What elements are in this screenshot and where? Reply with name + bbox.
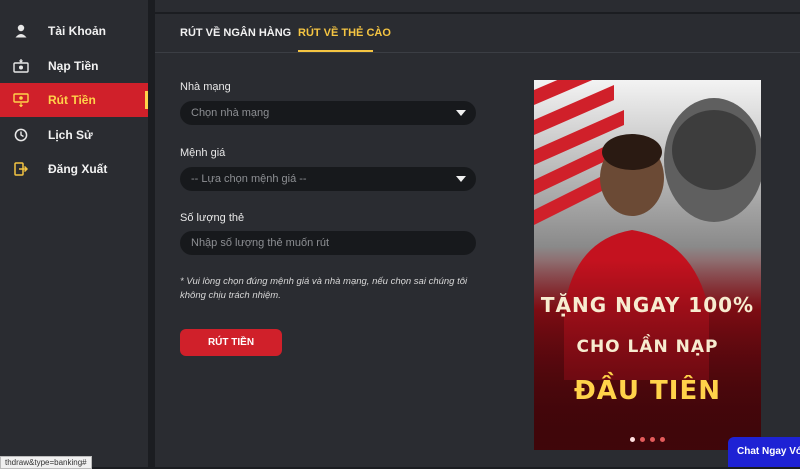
sidebar-item-history[interactable]: Lịch Sử [0, 118, 148, 152]
withdraw-icon [13, 92, 29, 108]
deposit-icon [13, 58, 29, 74]
value-label: Mệnh giá [180, 147, 226, 159]
carousel-dot[interactable] [660, 437, 665, 442]
carousel-dots [534, 437, 761, 442]
banner-subline: CHO LẦN NẠP [576, 337, 719, 357]
chevron-down-icon [456, 176, 466, 182]
top-bar [155, 0, 800, 12]
divider [148, 0, 155, 467]
user-icon [13, 23, 29, 39]
network-select-placeholder: Chọn nhà mạng [191, 107, 270, 119]
sidebar-item-label: Tài Khoản [48, 24, 107, 38]
disclaimer-note: * Vui lòng chọn đúng mệnh giá và nhà mạn… [180, 276, 468, 301]
sidebar-item-label: Rút Tiền [48, 93, 96, 107]
chevron-down-icon [456, 110, 466, 116]
network-select[interactable]: Chọn nhà mạng [180, 101, 476, 125]
promo-banner[interactable]: TẶNG NGAY 100% CHO LẦN NẠP ĐẦU TIÊN [534, 80, 761, 450]
sidebar: Tài Khoản Nạp Tiền Rút Tiền Lịch Sử Đăng… [0, 0, 148, 467]
carousel-dot[interactable] [650, 437, 655, 442]
logout-icon [13, 161, 29, 177]
quantity-label: Số lượng thẻ [180, 212, 245, 224]
tab-bank-withdraw[interactable]: RÚT VỀ NGÂN HÀNG [180, 27, 291, 39]
carousel-dot[interactable] [630, 437, 635, 442]
chat-now-button[interactable]: Chat Ngay Với [728, 437, 800, 467]
active-tab-indicator [298, 50, 373, 52]
tab-card-withdraw[interactable]: RÚT VỀ THẺ CÀO [298, 27, 391, 39]
banner-highlight: ĐẦU TIÊN [573, 376, 721, 406]
network-label: Nhà mạng [180, 81, 231, 93]
sidebar-item-label: Nạp Tiền [48, 59, 99, 73]
history-icon [13, 127, 29, 143]
value-select-placeholder: -- Lựa chọn mệnh giá -- [191, 173, 307, 185]
value-select[interactable]: -- Lựa chọn mệnh giá -- [180, 167, 476, 191]
sidebar-item-label: Đăng Xuất [48, 162, 108, 176]
sidebar-item-label: Lịch Sử [48, 128, 93, 142]
sidebar-item-logout[interactable]: Đăng Xuất [0, 152, 148, 186]
sidebar-item-deposit[interactable]: Nạp Tiền [0, 49, 148, 83]
browser-status-url: thdraw&type=banking# [0, 456, 92, 469]
quantity-input-placeholder: Nhập số lượng thẻ muốn rút [191, 237, 330, 249]
tab-bar: RÚT VỀ NGÂN HÀNG RÚT VỀ THẺ CÀO [155, 14, 800, 53]
withdraw-submit-button[interactable]: RÚT TIỀN [180, 329, 282, 356]
withdraw-panel: RÚT VỀ NGÂN HÀNG RÚT VỀ THẺ CÀO Nhà mạng… [155, 14, 800, 467]
sidebar-item-withdraw[interactable]: Rút Tiền [0, 83, 148, 117]
banner-headline: TẶNG NGAY 100% [540, 293, 755, 317]
carousel-dot[interactable] [640, 437, 645, 442]
quantity-input[interactable]: Nhập số lượng thẻ muốn rút [180, 231, 476, 255]
sidebar-item-account[interactable]: Tài Khoản [0, 14, 148, 48]
